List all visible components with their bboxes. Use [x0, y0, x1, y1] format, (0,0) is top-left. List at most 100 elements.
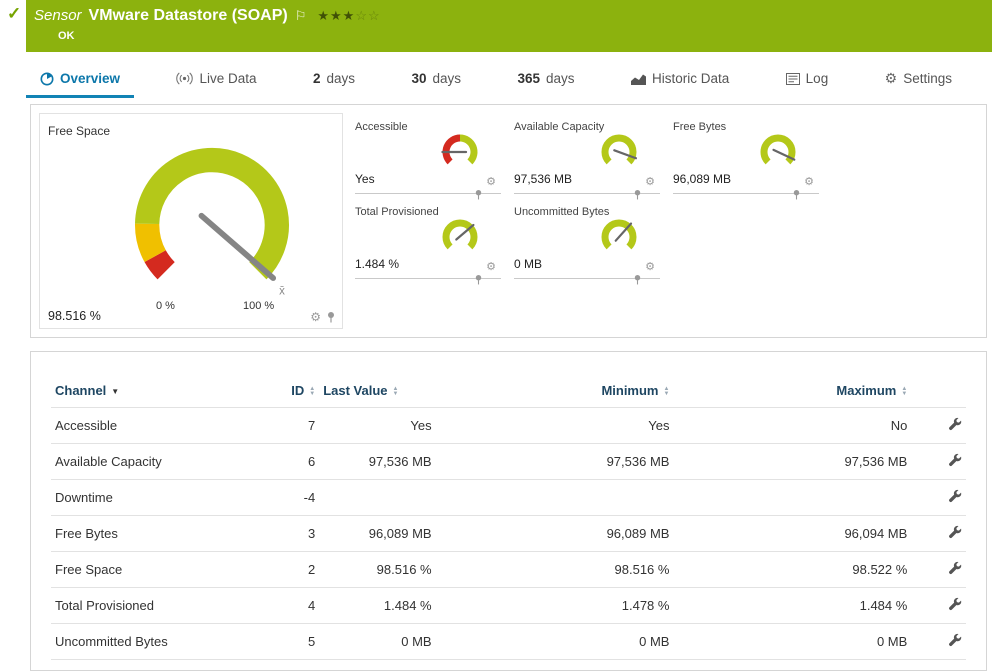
channel-id: 7 — [243, 408, 319, 444]
channel-id: 6 — [243, 444, 319, 480]
channel-last-value: 97,536 MB — [319, 444, 435, 480]
tab-number: 2 — [313, 71, 321, 86]
free-space-gauge: x̄ — [102, 132, 322, 312]
total-provisioned-gauge-card: Total Provisioned 1.484 % ⚙ — [355, 202, 501, 279]
gauge-max-label: 100 % — [243, 300, 274, 312]
sort-desc-icon: ▼ — [111, 387, 119, 396]
channel-maximum: 0 MB — [673, 624, 911, 660]
channel-name[interactable]: Free Space — [55, 562, 122, 577]
column-label: ID — [291, 383, 304, 398]
pin-icon[interactable] — [326, 311, 336, 323]
uncommitted-bytes-gauge — [596, 216, 642, 258]
available-capacity-gauge-card: Available Capacity 97,536 MB ⚙ — [514, 117, 660, 194]
table-row: Accessible 7 Yes Yes No — [51, 408, 966, 444]
channel-name[interactable]: Accessible — [55, 418, 117, 433]
stars-filled: ★★★ — [317, 8, 355, 23]
tab-log[interactable]: Log — [772, 62, 843, 98]
star-rating[interactable]: ★★★☆☆ — [317, 8, 380, 24]
wrench-icon[interactable] — [948, 453, 962, 467]
tab-label: Historic Data — [652, 71, 729, 86]
gauge-value: Yes — [355, 172, 375, 186]
tab-live-data[interactable]: Live Data — [162, 62, 270, 98]
gauge-value: 1.484 % — [355, 257, 399, 271]
column-label: Minimum — [601, 383, 658, 398]
table-row: Downtime -4 — [51, 480, 966, 516]
channel-minimum: Yes — [436, 408, 674, 444]
channel-last-value: 98.516 % — [319, 552, 435, 588]
channel-minimum: 96,089 MB — [436, 516, 674, 552]
tab-settings[interactable]: ⚙ Settings — [871, 62, 966, 98]
channel-minimum: 97,536 MB — [436, 444, 674, 480]
gear-icon[interactable]: ⚙ — [486, 175, 496, 188]
available-capacity-gauge — [596, 131, 642, 173]
tab-label: Live Data — [199, 71, 256, 86]
column-label: Maximum — [836, 383, 896, 398]
gauge-value: 97,536 MB — [514, 172, 572, 186]
tab-2-days[interactable]: 2 days — [299, 62, 369, 98]
table-row: Uncommitted Bytes 5 0 MB 0 MB 0 MB — [51, 624, 966, 660]
channel-maximum: 98.522 % — [673, 552, 911, 588]
column-label: Last Value — [323, 383, 387, 398]
log-icon — [786, 73, 800, 85]
flag-icon[interactable]: ⚐ — [295, 8, 307, 24]
channel-id: 5 — [243, 624, 319, 660]
tab-label: Overview — [60, 71, 120, 86]
wrench-icon[interactable] — [948, 417, 962, 431]
gear-icon[interactable]: ⚙ — [804, 175, 814, 188]
column-header-id[interactable]: ID▲▼ — [243, 374, 319, 408]
gauge-title: Total Provisioned — [355, 206, 439, 218]
channel-last-value: 1.484 % — [319, 588, 435, 624]
sensor-header: ✓ Sensor VMware Datastore (SOAP) ⚐ ★★★☆☆… — [0, 0, 992, 52]
channel-name[interactable]: Available Capacity — [55, 454, 162, 469]
table-header-row: Channel ▼ ID▲▼ Last Value ▲▼ Minimum ▲▼ Max… — [51, 374, 966, 408]
average-marker: x̄ — [279, 285, 285, 297]
gear-icon[interactable]: ⚙ — [645, 175, 655, 188]
gear-icon[interactable]: ⚙ — [310, 310, 321, 324]
tab-bar: Overview Live Data 2 days 30 days 365 da… — [26, 62, 966, 98]
channel-maximum: No — [673, 408, 911, 444]
tab-number: 30 — [411, 71, 426, 86]
wrench-icon[interactable] — [948, 633, 962, 647]
channel-maximum: 96,094 MB — [673, 516, 911, 552]
column-header-channel[interactable]: Channel ▼ — [51, 374, 243, 408]
wrench-icon[interactable] — [948, 561, 962, 575]
channels-table: Channel ▼ ID▲▼ Last Value ▲▼ Minimum ▲▼ Max… — [51, 374, 966, 660]
channel-last-value: 96,089 MB — [319, 516, 435, 552]
pie-chart-icon — [40, 72, 54, 86]
column-header-actions — [911, 374, 966, 408]
gear-icon[interactable]: ⚙ — [645, 260, 655, 273]
total-provisioned-gauge — [437, 216, 483, 258]
channel-name[interactable]: Total Provisioned — [55, 598, 154, 613]
tab-365-days[interactable]: 365 days — [503, 62, 588, 98]
wrench-icon[interactable] — [948, 489, 962, 503]
channel-name[interactable]: Downtime — [55, 490, 113, 505]
tab-30-days[interactable]: 30 days — [397, 62, 475, 98]
gauge-title: Available Capacity — [514, 121, 604, 133]
uncommitted-bytes-gauge-card: Uncommitted Bytes 0 MB ⚙ — [514, 202, 660, 279]
channel-id: 2 — [243, 552, 319, 588]
sensor-header-bar: Sensor VMware Datastore (SOAP) ⚐ ★★★☆☆ O… — [26, 0, 992, 52]
overview-panel: Free Space x̄ 0 % 100 % 98.516 % ⚙ Acces… — [30, 104, 987, 338]
column-header-minimum[interactable]: Minimum ▲▼ — [436, 374, 674, 408]
sort-icon: ▲▼ — [393, 387, 399, 397]
ok-check-icon: ✓ — [0, 0, 26, 52]
tab-label: days — [326, 71, 355, 86]
column-header-maximum[interactable]: Maximum▲▼ — [673, 374, 911, 408]
sort-icon: ▲▼ — [664, 387, 670, 397]
wrench-icon[interactable] — [948, 597, 962, 611]
free-bytes-gauge-card: Free Bytes 96,089 MB ⚙ — [673, 117, 819, 194]
column-label: Channel — [55, 383, 106, 398]
wrench-icon[interactable] — [948, 525, 962, 539]
channel-minimum: 1.478 % — [436, 588, 674, 624]
gear-icon: ⚙ — [885, 70, 898, 87]
gauge-min-label: 0 % — [156, 300, 175, 312]
channel-name[interactable]: Uncommitted Bytes — [55, 634, 168, 649]
channel-name[interactable]: Free Bytes — [55, 526, 118, 541]
tab-historic-data[interactable]: Historic Data — [617, 62, 743, 98]
tab-overview[interactable]: Overview — [26, 62, 134, 98]
table-row: Available Capacity 6 97,536 MB 97,536 MB… — [51, 444, 966, 480]
channel-last-value — [319, 480, 435, 516]
stars-empty: ☆☆ — [355, 8, 380, 23]
gear-icon[interactable]: ⚙ — [486, 260, 496, 273]
column-header-last-value[interactable]: Last Value ▲▼ — [319, 374, 435, 408]
